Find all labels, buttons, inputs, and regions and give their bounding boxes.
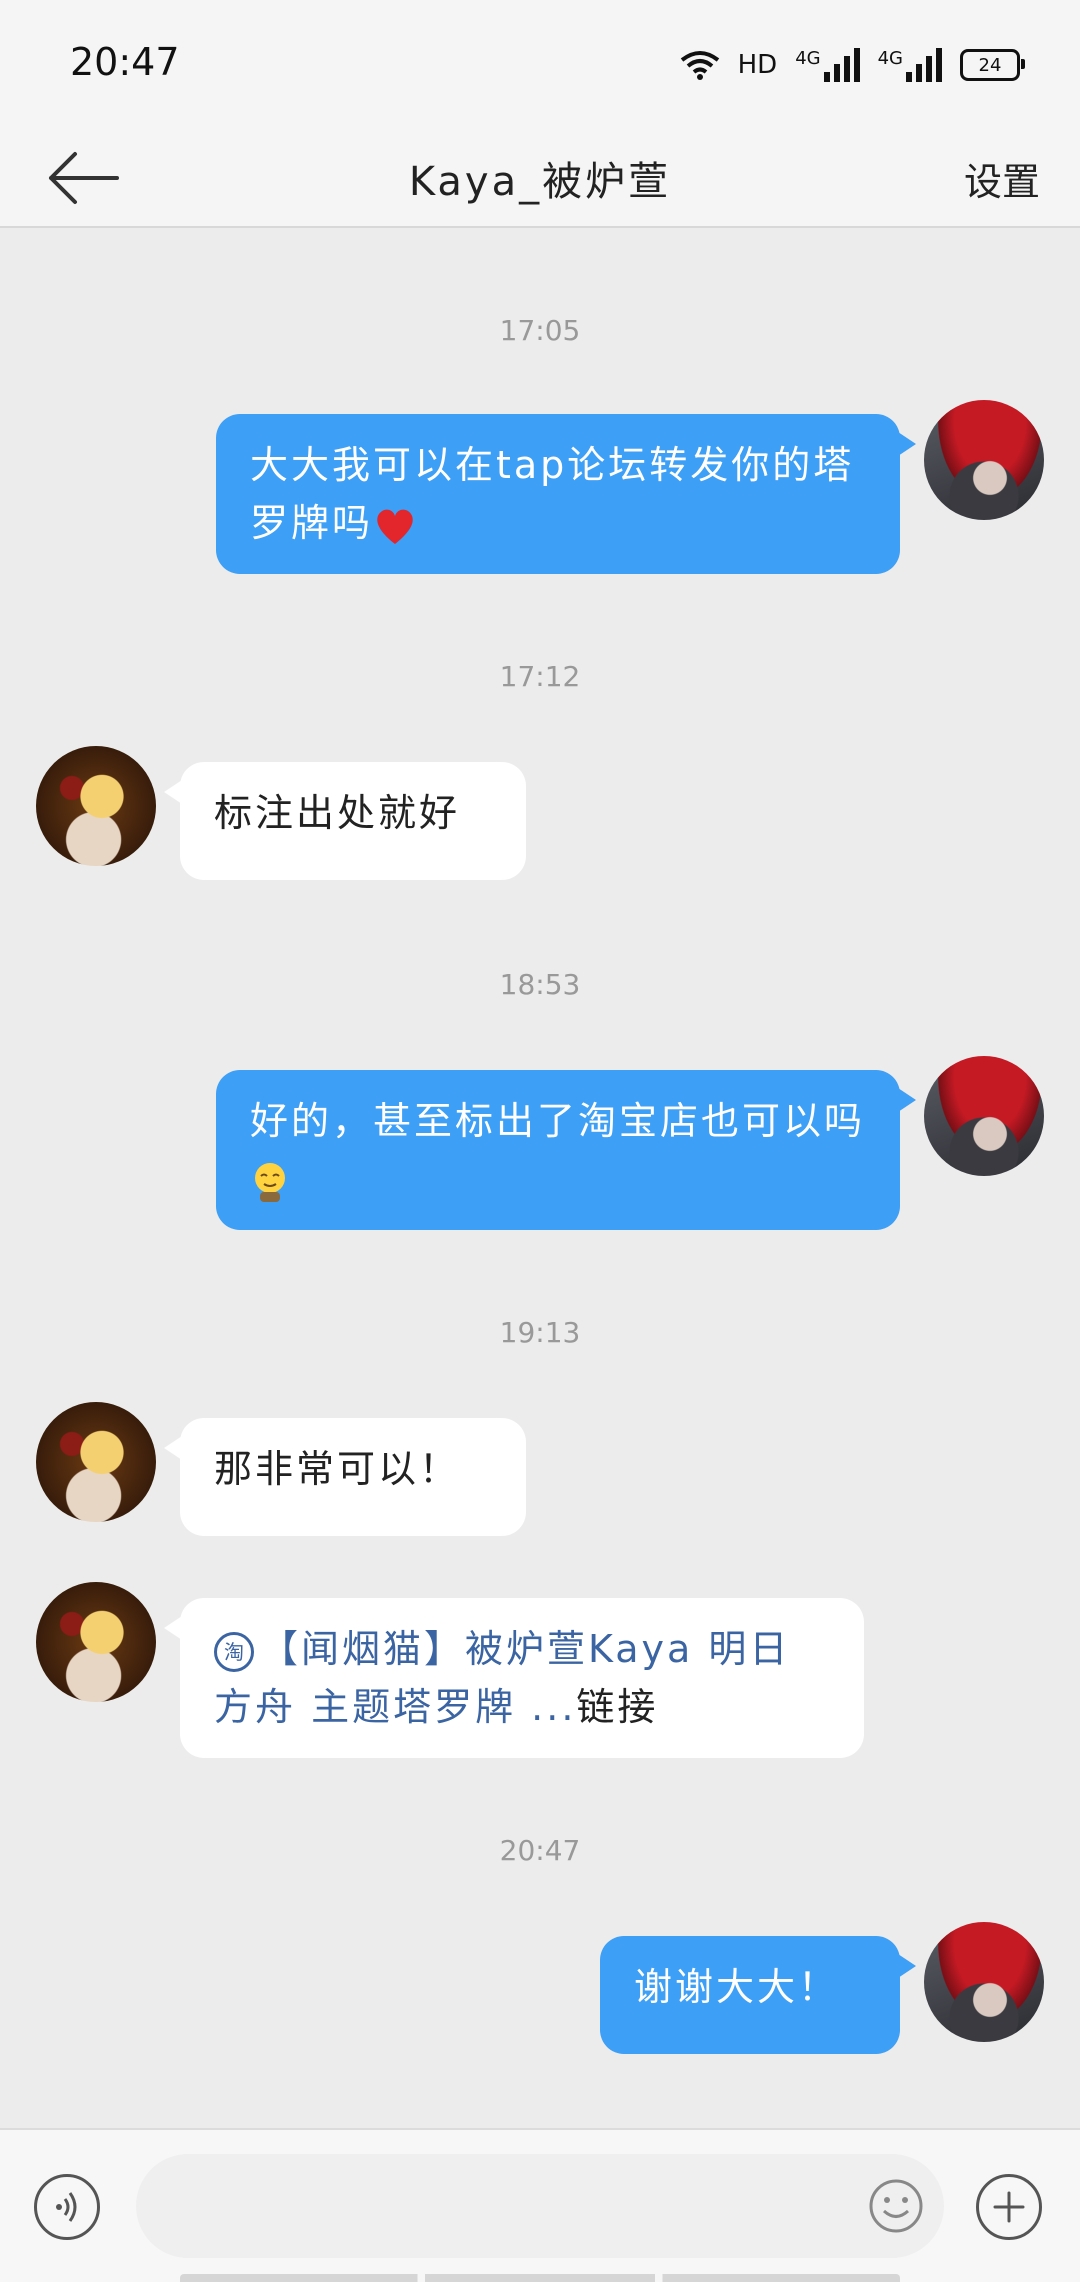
contact-avatar[interactable]	[36, 1582, 156, 1702]
timestamp: 18:53	[499, 968, 581, 1001]
contact-avatar[interactable]	[36, 746, 156, 866]
message-bubble-outgoing[interactable]: 好的，甚至标出了淘宝店也可以吗	[216, 1070, 916, 1230]
status-bar: 20:47 HD 4G 4G 24	[0, 0, 1080, 130]
emoji-button[interactable]	[866, 2176, 926, 2236]
message-bubble-incoming[interactable]: 那非常可以！	[164, 1418, 526, 1536]
message-bubble-outgoing[interactable]: 谢谢大大！	[600, 1936, 916, 2054]
message-bubble-incoming[interactable]: 标注出处就好	[164, 762, 526, 880]
signal-bars-icon	[906, 48, 942, 82]
more-button[interactable]	[976, 2174, 1042, 2240]
message-text: 那非常可以！	[214, 1447, 461, 1491]
message-text: 大大我可以在tap论坛转发你的塔罗牌吗	[250, 443, 855, 545]
message-text: 标注出处就好	[214, 791, 461, 835]
timestamp: 20:47	[499, 1834, 581, 1867]
voice-icon	[56, 2192, 77, 2222]
my-avatar[interactable]	[924, 1922, 1044, 2042]
settings-button[interactable]: 设置	[964, 130, 1040, 226]
link-label: 链接	[576, 1685, 659, 1729]
emoji-icon	[869, 2179, 923, 2233]
timestamp: 17:05	[499, 314, 581, 347]
signal-bars-icon	[823, 48, 860, 82]
hd-label: HD	[737, 50, 778, 80]
wifi-icon	[680, 51, 719, 80]
message-text: 谢谢大大！	[634, 1965, 840, 2009]
hug-face-icon	[255, 1162, 285, 1202]
chat-title: Kaya_被炉萱	[408, 159, 672, 205]
voice-button[interactable]	[34, 2174, 100, 2240]
battery-level: 24	[978, 54, 1002, 76]
link-message-bubble[interactable]: 淘【闻烟猫】被炉萱Kaya 明日方舟 主题塔罗牌 ...链接	[164, 1598, 864, 1758]
status-time: 20:47	[70, 40, 180, 84]
title-bar: Kaya_被炉萱 设置	[0, 130, 1080, 228]
message-text: 好的，甚至标出了淘宝店也可以吗	[250, 1099, 866, 1143]
signal-2-label: 4G	[877, 48, 903, 69]
battery-icon: 24	[960, 49, 1025, 81]
signal-1: 4G	[795, 48, 860, 82]
heart-icon	[377, 509, 413, 544]
panel-handle	[180, 2274, 900, 2282]
signal-1-label: 4G	[795, 48, 821, 69]
timestamp: 17:12	[499, 660, 581, 693]
my-avatar[interactable]	[924, 1056, 1044, 1176]
input-bar	[0, 2128, 1080, 2282]
status-icons: HD 4G 4G 24	[680, 42, 1025, 88]
message-input[interactable]	[136, 2154, 944, 2258]
signal-2: 4G	[878, 48, 942, 82]
taobao-icon: 淘	[214, 1631, 254, 1672]
timestamp: 19:13	[499, 1316, 581, 1349]
back-arrow-icon	[49, 152, 119, 204]
back-button[interactable]	[38, 140, 128, 216]
chat-area[interactable]: 17:05 大大我可以在tap论坛转发你的塔罗牌吗 17:12 标注出处就好 1…	[0, 226, 1080, 2128]
my-avatar[interactable]	[924, 400, 1044, 520]
message-bubble-outgoing[interactable]: 大大我可以在tap论坛转发你的塔罗牌吗	[216, 414, 916, 574]
shared-link[interactable]: 【闻烟猫】被炉萱Kaya 明日方舟 主题塔罗牌 ...	[214, 1627, 790, 1729]
plus-icon	[993, 2191, 1025, 2223]
contact-avatar[interactable]	[36, 1402, 156, 1522]
